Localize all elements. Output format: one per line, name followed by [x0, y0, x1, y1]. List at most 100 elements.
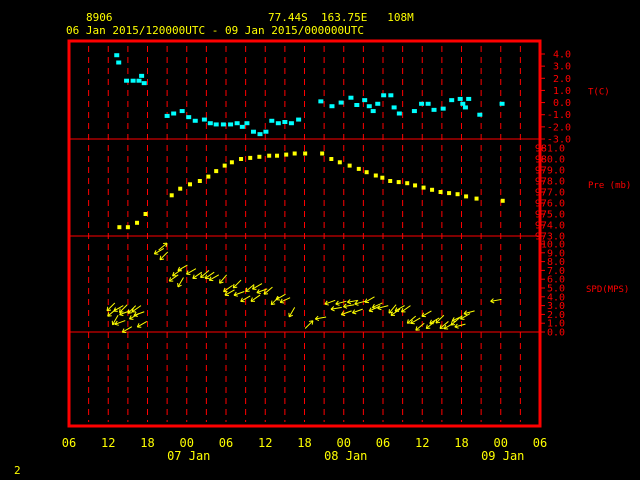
pressure-point	[421, 185, 426, 190]
temperature-point	[244, 121, 250, 126]
y-tick-label: -2.0	[547, 122, 571, 133]
temperature-point	[136, 78, 142, 83]
pressure-point	[284, 152, 289, 157]
wind-arrow	[454, 323, 466, 329]
temperature-point	[139, 73, 145, 78]
wind-arrow	[288, 307, 296, 318]
wind-arrow	[270, 296, 280, 306]
wind-arrow	[340, 310, 352, 317]
station-location: 77.44S 163.75E 108M	[268, 11, 414, 24]
pressure-point	[329, 157, 334, 161]
wind-arrow	[232, 279, 242, 289]
temperature-point	[370, 109, 376, 114]
wind-arrow	[133, 311, 145, 317]
temperature-point	[381, 93, 387, 98]
pressure-point	[356, 166, 361, 171]
x-tick-label: 06	[62, 436, 76, 450]
wind-arrow	[136, 321, 148, 328]
wind-arrow	[114, 320, 126, 326]
temperature-point	[366, 104, 372, 109]
temperature-point	[124, 78, 130, 83]
temperature-point	[186, 115, 192, 120]
y-tick-label: 978.0	[535, 177, 565, 188]
x-tick-label: 00	[337, 436, 351, 450]
pressure-point	[143, 212, 148, 216]
pressure-point	[125, 225, 130, 230]
pressure-point	[169, 193, 174, 198]
vertical-grid	[88, 46, 521, 422]
temperature-point	[171, 111, 177, 116]
wind-arrow	[421, 310, 432, 318]
y-tick-label: 979.0	[535, 166, 565, 177]
temperature-point	[164, 113, 170, 118]
wind-arrow	[233, 291, 245, 297]
pressure-point	[320, 151, 325, 156]
y-tick-label: 0.0	[547, 328, 565, 339]
date-label: 07 Jan	[167, 449, 210, 463]
temperature-point	[282, 120, 288, 124]
y-tick-label: 977.0	[535, 188, 565, 199]
y-tick-label: 4.0	[553, 50, 571, 61]
temperature-point	[411, 109, 417, 114]
temperature-point	[192, 118, 198, 123]
pressure-point	[275, 153, 280, 158]
temperature-point	[348, 95, 354, 100]
temperature-point	[466, 96, 472, 101]
temperature-point	[220, 122, 226, 127]
x-tick-label: 06	[533, 436, 547, 450]
pressure-point	[464, 194, 469, 199]
pressure-point	[413, 183, 418, 188]
temperature-point	[257, 132, 263, 137]
y-tick-label: 1.0	[553, 86, 571, 97]
temperature-point	[375, 101, 381, 106]
date-label: 09 Jan	[481, 449, 524, 463]
pressure-point	[135, 220, 140, 225]
pressure-point	[430, 187, 435, 192]
pressure-point	[447, 191, 452, 196]
pressure-point	[396, 180, 401, 185]
wind-arrow	[131, 305, 142, 313]
pressure-point	[222, 163, 227, 168]
temperature-point	[116, 60, 122, 65]
pressure-point	[178, 186, 183, 191]
station-id: 8906	[86, 11, 113, 24]
pressure-point	[438, 190, 443, 194]
temperature-point	[338, 100, 344, 105]
temperature-point	[269, 118, 275, 123]
pressure-point	[292, 151, 297, 156]
pressure-point	[206, 174, 211, 179]
y-axes: 4.03.02.01.00.0-1.0-2.0-3.0T(C)981.0980.…	[535, 50, 631, 339]
wind-arrow	[351, 308, 363, 315]
wind-arrow	[192, 271, 203, 279]
temperature-point	[362, 98, 368, 103]
wind-arrow	[223, 284, 233, 293]
wind-arrow	[364, 296, 375, 304]
temperature-point	[391, 105, 397, 110]
y-tick-label: 981.0	[535, 144, 565, 155]
y-tick-label: -1.0	[547, 110, 571, 121]
pressure-point	[347, 163, 352, 168]
wind-arrow	[490, 298, 502, 304]
pressure-point	[380, 175, 385, 180]
temperature-label: T(C)	[588, 87, 610, 97]
temperature-point	[457, 96, 463, 101]
temperature-point	[213, 122, 219, 127]
temperature-point	[388, 93, 394, 98]
y-tick-label: 3.0	[553, 62, 571, 73]
temperature-point	[460, 101, 466, 106]
pressure-point	[337, 160, 342, 165]
pressure-point	[455, 192, 460, 197]
wind-arrow	[204, 271, 215, 279]
wind-arrow	[159, 251, 169, 261]
temperature-point	[179, 109, 185, 114]
pressure-point	[117, 225, 122, 230]
temperature-point	[275, 121, 281, 126]
time-period: 06 Jan 2015/120000UTC - 09 Jan 2015/0000…	[66, 24, 364, 37]
temperature-point	[201, 117, 207, 122]
temperature-point	[431, 107, 437, 112]
x-tick-label: 18	[454, 436, 468, 450]
temperature-point	[425, 101, 431, 106]
pressure-point	[239, 157, 244, 161]
temperature-point	[440, 106, 446, 111]
y-tick-label: 2.0	[553, 74, 571, 85]
